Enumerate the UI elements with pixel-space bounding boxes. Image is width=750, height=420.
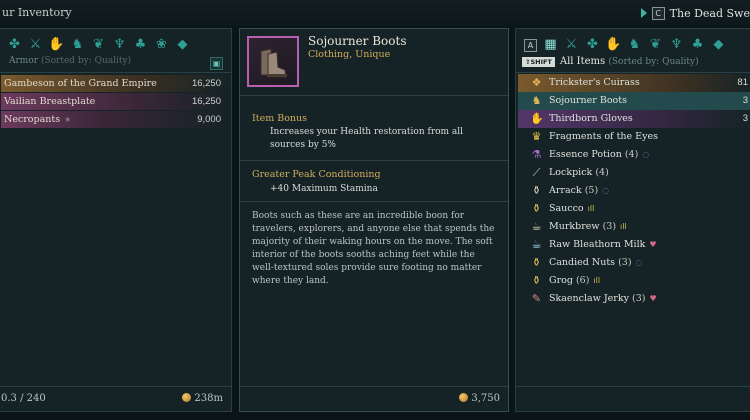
bottle-icon: ⚱ (531, 274, 542, 287)
right-list-header: ⇧SHIFT All Items (Sorted by: Quality) (522, 56, 699, 67)
category-tabs: ✤ ⚔ ✋ ♞ ❦ ♆ ♣ ❀ ◆ (7, 37, 190, 53)
list-item[interactable]: Gambeson of the Grand Empire 16,250 (1, 75, 229, 92)
left-divider (0, 72, 231, 73)
bonus-text: Increases your Health restoration from a… (270, 127, 464, 150)
detail-divider (240, 201, 508, 202)
category-gloves-icon[interactable]: ✋ (48, 37, 64, 52)
item-detail-panel: Sojourner Boots Clothing, Unique Item Bo… (239, 28, 509, 412)
detail-divider (240, 160, 508, 161)
right-footer-divider (516, 386, 750, 387)
category-all-icon[interactable]: ▦ (543, 37, 558, 52)
category-armor-icon[interactable]: ✤ (7, 37, 22, 52)
list-item[interactable]: ⚱ Grog (6) ıll (518, 272, 750, 290)
cup-icon: ☕ (531, 220, 542, 233)
boots-item-icon: ♞ (531, 94, 542, 107)
category-weapon-icon[interactable]: ⚔ (564, 37, 579, 52)
right-divider (516, 72, 750, 73)
list-item[interactable]: Necropants ★ 9,000 (1, 111, 229, 128)
category-armor-icon[interactable]: ✤ (585, 37, 600, 52)
list-item-selected[interactable]: ♞ Sojourner Boots 3 (518, 92, 750, 110)
list-item[interactable]: ⟋ Lockpick (4) (518, 164, 750, 182)
category-boots-icon[interactable]: ♞ (70, 37, 85, 52)
heart-icon: ♥ (649, 294, 657, 303)
category-potion-icon[interactable]: ❀ (154, 37, 169, 52)
coin-icon (459, 393, 469, 402)
list-item[interactable]: ⚱ Candied Nuts (3) ◌ (518, 254, 750, 272)
bonus-title: Item Bonus (252, 113, 308, 124)
list-item[interactable]: ☕ Raw Bleathorn Milk ♥ (518, 236, 750, 254)
list-item[interactable]: ⚱ Saucco ıll (518, 200, 750, 218)
category-gloves-icon[interactable]: ✋ (605, 37, 621, 52)
bottle-icon: ⚱ (531, 256, 542, 269)
boots-item-icon (247, 36, 299, 87)
key-a-prompt[interactable]: A (524, 39, 537, 52)
gloves-item-icon: ✋ (530, 112, 544, 125)
category-amulet-icon[interactable]: ♆ (669, 37, 684, 52)
list-item[interactable]: ♛ Fragments of the Eyes (518, 128, 750, 146)
category-ring-icon[interactable]: ❦ (648, 37, 663, 52)
item-name: Sojourner Boots (308, 34, 407, 48)
cup-icon: ☕ (531, 238, 542, 251)
perk-text: +40 Maximum Stamina (270, 184, 378, 194)
category-gem-icon[interactable]: ◆ (711, 37, 726, 52)
shift-key-prompt[interactable]: ⇧SHIFT (522, 56, 555, 67)
list-item[interactable]: ✎ Skaenclaw Jerky (3) ♥ (518, 290, 750, 308)
item-type: Clothing, Unique (308, 49, 391, 60)
screen-title: ur Inventory (2, 6, 72, 19)
list-item[interactable]: ✋ Thirdborn Gloves 3 (518, 110, 750, 128)
left-footer-divider (0, 386, 231, 387)
jerky-icon: ✎ (531, 292, 542, 305)
bars-icon: ıll (587, 204, 595, 213)
perk-title: Greater Peak Conditioning (252, 169, 381, 180)
potion-icon: ⚗ (531, 148, 542, 161)
item-description: Boots such as these are an incredible bo… (252, 211, 495, 286)
all-items-panel: A ▦ ⚔ ✤ ✋ ♞ ❦ ♆ ♣ ◆ ⇧SHIFT All Items (So… (515, 28, 750, 412)
bars-icon: ıll (620, 222, 627, 231)
swirl-icon: ◌ (642, 150, 650, 159)
coin-icon (182, 393, 192, 402)
crown-icon: ♛ (531, 130, 542, 143)
category-amulet-icon[interactable]: ♆ (112, 37, 127, 52)
category-misc-icon[interactable]: ♣ (133, 37, 148, 52)
bottle-icon: ⚱ (531, 184, 542, 197)
carry-capacity: 0.3 / 240 (1, 393, 46, 404)
top-bar: ur Inventory C The Dead Swe (0, 0, 750, 26)
detail-divider (240, 95, 508, 96)
category-tabs: A ▦ ⚔ ✤ ✋ ♞ ❦ ♆ ♣ ◆ (524, 37, 726, 53)
list-item[interactable]: ☕ Murkbrew (3) ıll (518, 218, 750, 236)
bottle-icon: ⚱ (531, 202, 542, 215)
category-gem-icon[interactable]: ◆ (175, 37, 190, 52)
lockpick-icon: ⟋ (532, 166, 541, 179)
bars-icon: ıll (593, 276, 601, 285)
list-item[interactable]: ⚗ Essence Potion (4) ◌ (518, 146, 750, 164)
heart-icon: ♥ (649, 240, 657, 249)
armor-item-icon: ❖ (531, 76, 542, 89)
equipped-armor-panel: ✤ ⚔ ✋ ♞ ❦ ♆ ♣ ❀ ◆ Armor (Sorted by: Qual… (0, 28, 232, 412)
list-item[interactable]: Vailian Breastplate 16,250 (1, 93, 229, 110)
category-misc-icon[interactable]: ♣ (690, 37, 705, 52)
list-item[interactable]: ❖ Trickster's Cuirass 81 (518, 74, 750, 92)
category-boots-icon[interactable]: ♞ (627, 37, 642, 52)
left-list-header: Armor (Sorted by: Quality) (9, 56, 132, 66)
swirl-icon: ◌ (635, 258, 643, 267)
item-value: 3,750 (459, 393, 500, 404)
category-ring-icon[interactable]: ❦ (91, 37, 106, 52)
arrow-indicator-icon (640, 8, 647, 18)
money-display: 238m (182, 393, 223, 404)
star-icon: ★ (64, 115, 72, 124)
location-indicator: C The Dead Swe (640, 5, 750, 21)
location-label: The Dead Swe (669, 6, 750, 20)
category-weapon-icon[interactable]: ⚔ (28, 37, 43, 52)
list-item[interactable]: ⚱ Arrack (5) ◌ (518, 182, 750, 200)
compare-icon[interactable]: ▣ (210, 57, 223, 70)
key-c-prompt[interactable]: C (651, 6, 665, 20)
swirl-icon: ◌ (602, 186, 610, 195)
detail-footer-divider (240, 386, 508, 387)
